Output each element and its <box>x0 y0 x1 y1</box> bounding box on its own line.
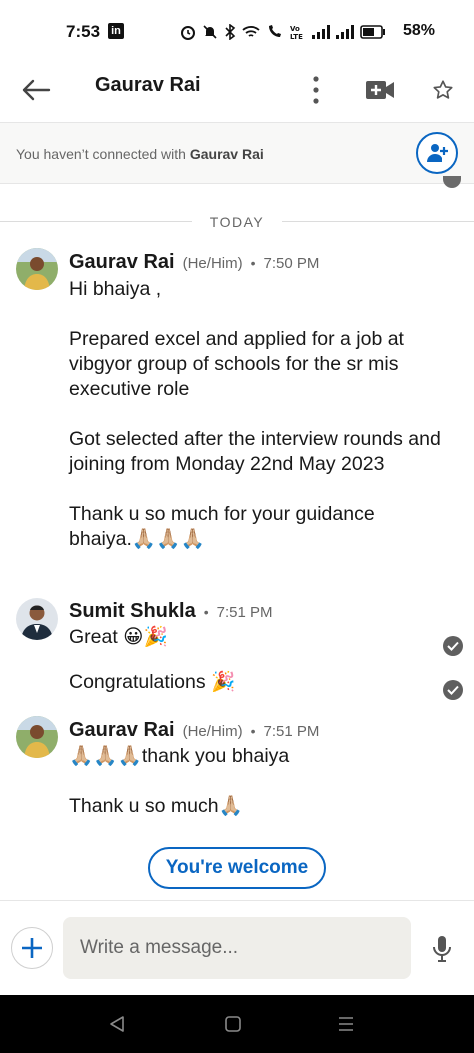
message-input[interactable] <box>63 917 411 979</box>
add-attachment-button[interactable] <box>11 927 53 969</box>
microphone-icon <box>433 936 451 962</box>
message-body: Great 😀🎉 <box>69 626 168 648</box>
wifi-call-icon <box>269 25 281 37</box>
alarm-icon <box>181 26 195 40</box>
sender-name[interactable]: Gaurav Rai <box>69 719 175 742</box>
sender-pronouns: (He/Him) <box>182 723 243 740</box>
more-vertical-icon <box>313 76 319 104</box>
message-header: Gaurav Rai (He/Him) • 7:51 PM <box>69 719 319 742</box>
message-body: Hi bhaiya , Prepared excel and applied f… <box>69 278 441 550</box>
nav-home-icon[interactable] <box>224 1015 242 1033</box>
message-time: 7:51 PM <box>216 604 273 621</box>
avatar[interactable] <box>16 248 58 290</box>
wifi-icon <box>242 26 260 37</box>
voice-message-button[interactable] <box>428 931 456 967</box>
date-divider: TODAY <box>0 210 474 234</box>
quick-reply-button[interactable]: You're welcome <box>148 847 326 889</box>
bluetooth-icon <box>225 24 236 40</box>
avatar[interactable] <box>16 598 58 640</box>
conversation-header: Gaurav Rai <box>0 60 474 122</box>
read-receipt-icon <box>443 680 463 700</box>
connect-banner: You haven’t connected with Gaurav Rai <box>0 122 474 184</box>
video-camera-icon <box>366 81 394 99</box>
more-options-button[interactable] <box>303 70 329 110</box>
avatar[interactable] <box>16 716 58 758</box>
message-body: Congratulations 🎉 <box>69 671 236 693</box>
sender-name[interactable]: Gaurav Rai <box>69 251 175 274</box>
nav-back-icon[interactable] <box>108 1015 126 1033</box>
linkedin-notification-icon: in <box>108 23 124 39</box>
svg-text:Vo: Vo <box>290 25 300 33</box>
date-divider-label: TODAY <box>209 214 265 230</box>
status-bar: 7:53 in Vo LTE 58% <box>0 0 474 60</box>
connect-button[interactable] <box>416 132 458 174</box>
system-nav-bar <box>0 995 474 1053</box>
volte-icon: VoLTE <box>290 25 303 40</box>
star-button[interactable] <box>428 72 458 108</box>
back-button[interactable] <box>18 72 54 108</box>
status-time: 7:53 <box>66 22 101 41</box>
read-receipt-icon <box>443 636 463 656</box>
message-header: Sumit Shukla • 7:51 PM <box>69 600 272 623</box>
seen-avatar-icon <box>443 176 461 188</box>
compose-bar <box>0 900 474 995</box>
arrow-left-icon <box>22 79 51 101</box>
divider-line <box>0 221 192 222</box>
nav-recents-icon[interactable] <box>337 1015 355 1033</box>
signal-2-icon <box>336 25 354 39</box>
star-icon <box>433 80 453 99</box>
status-icons: Vo LTE <box>180 22 386 42</box>
separator-dot: • <box>250 723 256 739</box>
conversation-title[interactable]: Gaurav Rai <box>95 74 201 97</box>
battery-icon <box>360 25 385 39</box>
message-body: 🙏🏼🙏🏼🙏🏼thank you bhaiya Thank u so much🙏🏼 <box>69 745 290 817</box>
battery-percent: 58% <box>403 22 436 39</box>
signal-icon <box>312 25 330 39</box>
add-person-icon <box>427 144 448 162</box>
divider-line <box>282 221 474 222</box>
message-header: Gaurav Rai (He/Him) • 7:50 PM <box>69 251 319 274</box>
sender-pronouns: (He/Him) <box>182 255 243 272</box>
message-time: 7:51 PM <box>263 723 320 740</box>
sender-name[interactable]: Sumit Shukla <box>69 600 196 623</box>
video-call-button[interactable] <box>362 72 398 108</box>
connect-banner-text: You haven’t connected with Gaurav Rai <box>16 146 264 162</box>
separator-dot: • <box>203 604 209 620</box>
plus-icon <box>22 938 42 958</box>
connect-banner-name: Gaurav Rai <box>189 146 264 162</box>
separator-dot: • <box>250 255 256 271</box>
mute-icon <box>203 25 217 39</box>
svg-text:LTE: LTE <box>290 33 303 40</box>
message-time: 7:50 PM <box>263 255 320 272</box>
